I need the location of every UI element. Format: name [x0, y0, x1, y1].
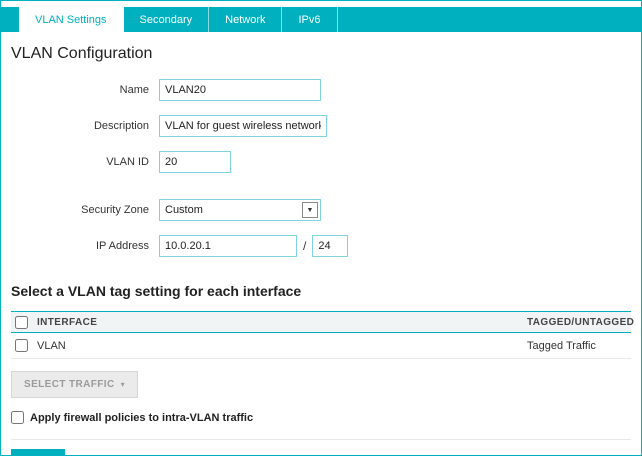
name-input[interactable] — [159, 79, 321, 101]
ip-mask-separator: / — [303, 239, 307, 253]
select-traffic-label: SELECT TRAFFIC — [24, 379, 115, 390]
tab-ipv6[interactable]: IPv6 — [282, 7, 338, 32]
tab-network[interactable]: Network — [209, 7, 283, 32]
tagged-value: Tagged Traffic — [527, 339, 596, 352]
description-label: Description — [93, 120, 149, 132]
footer-actions: SAVE CANCEL — [11, 439, 631, 455]
ip-address-row: IP Address / — [11, 235, 631, 257]
tab-bar: VLAN Settings Secondary Network IPv6 — [1, 7, 641, 32]
interface-table-header: INTERFACE TAGGED/UNTAGGED — [11, 311, 635, 333]
ip-address-label: IP Address — [96, 240, 149, 252]
ip-address-input[interactable] — [159, 235, 297, 257]
table-row: VLAN Tagged Traffic — [11, 333, 631, 359]
vlan-settings-window: VLAN Settings Secondary Network IPv6 VLA… — [0, 0, 642, 456]
interface-section-title: Select a VLAN tag setting for each inter… — [11, 283, 302, 299]
vlan-id-input[interactable] — [159, 151, 231, 173]
apply-policy-checkbox[interactable] — [11, 411, 24, 424]
row-checkbox-cell — [11, 339, 37, 352]
interface-table: INTERFACE TAGGED/UNTAGGED VLAN Tagged Tr… — [11, 311, 635, 359]
name-row: Name — [11, 79, 631, 101]
tab-vlan-settings[interactable]: VLAN Settings — [19, 7, 124, 32]
interface-column-header: INTERFACE — [37, 316, 98, 328]
select-all-checkbox[interactable] — [15, 315, 28, 329]
vlan-configuration-panel: VLAN Configuration Name Description VLAN… — [1, 45, 641, 455]
name-label: Name — [119, 84, 149, 96]
tab-secondary[interactable]: Secondary — [124, 7, 210, 32]
apply-policy-row: Apply firewall policies to intra-VLAN tr… — [11, 411, 631, 424]
security-zone-row: Security Zone Custom ▼ — [11, 199, 631, 221]
select-all-cell — [11, 315, 37, 329]
vlan-id-label: VLAN ID — [106, 156, 149, 168]
security-zone-label: Security Zone — [81, 204, 149, 216]
ip-mask-input[interactable] — [312, 235, 349, 257]
description-input[interactable] — [159, 115, 327, 137]
apply-policy-label: Apply firewall policies to intra-VLAN tr… — [30, 411, 254, 424]
description-row: Description — [11, 115, 631, 137]
tagged-column-header: TAGGED/UNTAGGED — [527, 316, 635, 328]
security-zone-select[interactable]: Custom ▼ — [159, 199, 321, 221]
chevron-down-icon: ▼ — [302, 202, 318, 218]
row-checkbox[interactable] — [15, 339, 28, 352]
security-zone-value: Custom — [165, 204, 203, 216]
interface-name: VLAN — [37, 339, 66, 352]
vlan-id-row: VLAN ID — [11, 151, 631, 173]
page-title: VLAN Configuration — [11, 45, 153, 62]
save-button[interactable]: SAVE — [11, 449, 66, 455]
caret-down-icon: ▾ — [120, 380, 126, 389]
select-traffic-button[interactable]: SELECT TRAFFIC ▾ — [11, 371, 139, 398]
